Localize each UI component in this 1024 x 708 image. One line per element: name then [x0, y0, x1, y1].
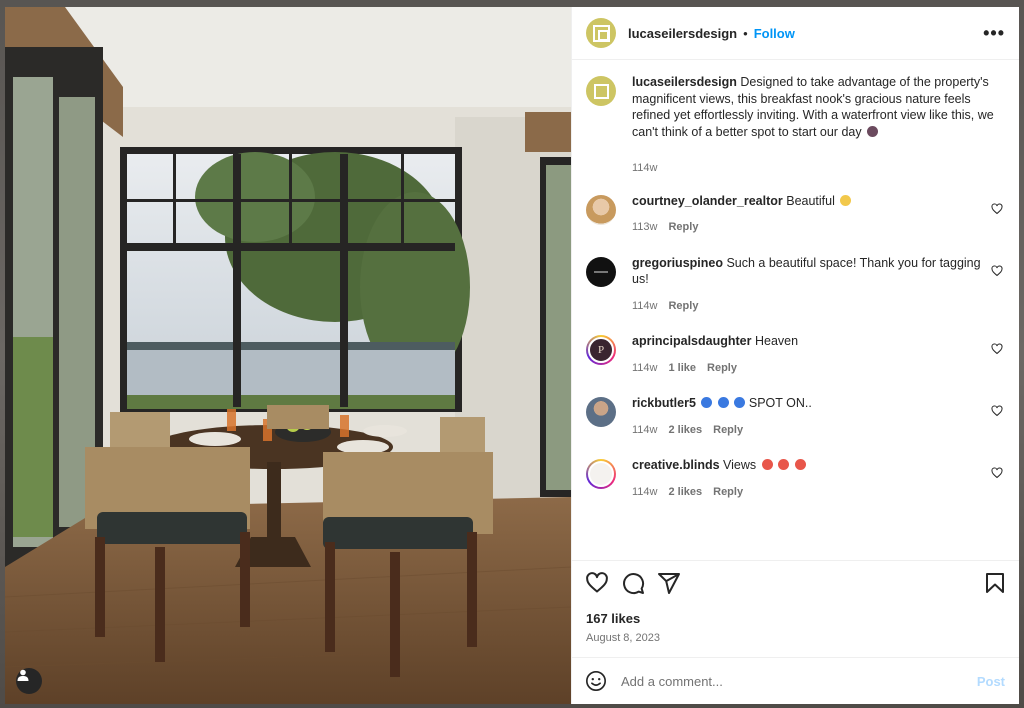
comment-bubble-icon[interactable] — [621, 571, 645, 595]
comments-list[interactable]: lucaseilersdesign Designed to take advan… — [572, 60, 1019, 560]
comment-username[interactable]: gregoriuspineo — [632, 256, 723, 270]
brand-logo-icon — [594, 270, 608, 273]
comment-avatar[interactable] — [586, 397, 616, 427]
comment-avatar[interactable] — [586, 256, 616, 287]
comment-likes-count[interactable]: 2 likes — [668, 484, 702, 501]
comment-item: P aprincipalsdaughter Heaven 114w 1 like… — [586, 333, 1003, 376]
user-icon — [17, 669, 29, 681]
post-caption: lucaseilersdesign Designed to take advan… — [586, 74, 1003, 177]
breakfast-nook-photo — [5, 7, 571, 704]
heart-eyes-icon — [794, 459, 806, 470]
separator-dot: • — [743, 25, 748, 41]
blue-heart-icon — [717, 397, 729, 408]
header-username[interactable]: lucaseilersdesign — [628, 26, 737, 41]
tagged-users-button[interactable] — [16, 668, 42, 694]
clapping-hands-icon — [840, 194, 852, 206]
comment-avatar[interactable]: P — [586, 335, 616, 365]
comment-text: Views — [723, 458, 757, 472]
comment-text: Heaven — [754, 334, 799, 348]
comment-username[interactable]: aprincipalsdaughter — [632, 334, 751, 348]
comment-text: SPOT ON.. — [748, 396, 812, 410]
like-comment-heart-icon[interactable] — [991, 405, 1003, 417]
brand-logo-icon: P — [588, 337, 614, 363]
comment-username[interactable]: courtney_olander_realtor — [632, 194, 783, 208]
coffee-emoji-icon — [867, 125, 879, 137]
brand-logo-icon — [588, 461, 614, 487]
like-comment-heart-icon[interactable] — [991, 467, 1003, 479]
comment-likes-count[interactable]: 2 likes — [668, 422, 702, 439]
post-header: lucaseilersdesign • Follow ••• — [572, 7, 1019, 60]
brand-logo-icon — [592, 24, 610, 42]
comment-avatar[interactable] — [586, 459, 616, 489]
comment-item: rickbutler5 SPOT ON.. 114w 2 likes Reply — [586, 395, 1003, 438]
post-date[interactable]: August 8, 2023 — [572, 632, 1019, 657]
blue-heart-icon — [701, 397, 713, 408]
comment-time[interactable]: 114w — [632, 298, 657, 315]
post-actions-bar — [572, 560, 1019, 605]
post-side-panel: lucaseilersdesign • Follow ••• lucaseile… — [571, 7, 1019, 704]
brand-logo-icon — [593, 83, 609, 99]
comment-item: creative.blinds Views 114w 2 likes Reply — [586, 457, 1003, 500]
like-heart-icon[interactable] — [585, 571, 609, 595]
add-comment-bar: Post — [572, 657, 1019, 704]
like-comment-heart-icon[interactable] — [991, 202, 1003, 215]
emoji-picker-icon[interactable] — [585, 670, 607, 692]
more-options-icon[interactable]: ••• — [983, 23, 1005, 44]
reply-button[interactable]: Reply — [713, 422, 743, 439]
comment-item: gregoriuspineo Such a beautiful space! T… — [586, 255, 1003, 315]
comment-likes-count[interactable]: 1 like — [668, 360, 696, 377]
post-comment-button[interactable]: Post — [977, 674, 1005, 689]
comment-time[interactable]: 114w — [632, 484, 657, 501]
heart-eyes-icon — [761, 459, 773, 470]
caption-avatar[interactable] — [586, 76, 616, 106]
save-bookmark-icon[interactable] — [983, 571, 1007, 595]
comment-username[interactable]: creative.blinds — [632, 458, 720, 472]
comment-avatar[interactable] — [586, 194, 616, 225]
like-comment-heart-icon[interactable] — [991, 264, 1003, 277]
add-comment-input[interactable] — [621, 673, 977, 689]
comment-time[interactable]: 114w — [632, 360, 657, 377]
comment-username[interactable]: rickbutler5 — [632, 396, 696, 410]
comment-time[interactable]: 114w — [632, 422, 657, 439]
reply-button[interactable]: Reply — [707, 360, 737, 377]
reply-button[interactable]: Reply — [668, 298, 698, 315]
profile-avatar[interactable] — [586, 18, 616, 48]
comment-text: Beautiful — [786, 193, 835, 208]
likes-count[interactable]: 167 likes — [572, 611, 1019, 626]
follow-button[interactable]: Follow — [754, 26, 795, 41]
like-comment-heart-icon[interactable] — [991, 343, 1003, 355]
comment-item: courtney_olander_realtor Beautiful 113w … — [586, 193, 1003, 236]
reply-button[interactable]: Reply — [713, 484, 743, 501]
reply-button[interactable]: Reply — [668, 219, 698, 236]
heart-eyes-icon — [778, 459, 790, 470]
post-modal: lucaseilersdesign • Follow ••• lucaseile… — [5, 7, 1019, 704]
blue-heart-icon — [734, 397, 746, 408]
caption-username[interactable]: lucaseilersdesign — [632, 75, 737, 89]
comment-time[interactable]: 113w — [632, 219, 657, 236]
share-paper-plane-icon[interactable] — [657, 571, 681, 595]
caption-time[interactable]: 114w — [632, 160, 657, 177]
post-image[interactable] — [5, 7, 571, 704]
